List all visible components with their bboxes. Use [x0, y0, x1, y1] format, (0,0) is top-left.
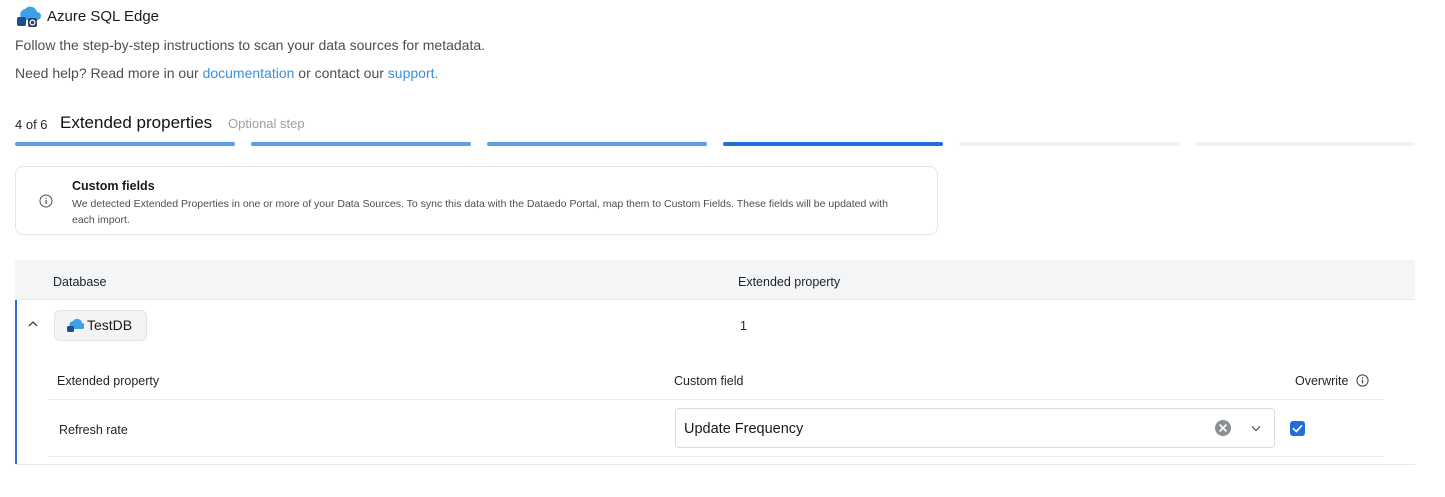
- database-cloud-icon: [67, 318, 84, 332]
- documentation-link[interactable]: documentation: [203, 65, 295, 81]
- row-accent-bar: [15, 300, 17, 465]
- help-text: Need help? Read more in our documentatio…: [15, 65, 438, 81]
- sub-header-custom-field: Custom field: [674, 374, 744, 388]
- step-counter: 4 of 6: [15, 117, 48, 132]
- chevron-up-icon[interactable]: [27, 318, 39, 330]
- column-header-database: Database: [53, 275, 107, 289]
- table-header: [15, 260, 1415, 300]
- info-title: Custom fields: [72, 179, 155, 193]
- overwrite-info-icon[interactable]: [1356, 374, 1369, 387]
- check-icon: [1292, 424, 1303, 433]
- table-row-bottom-border: [15, 464, 1415, 465]
- intro-text: Follow the step-by-step instructions to …: [15, 37, 486, 53]
- help-prefix: Need help? Read more in our: [15, 65, 203, 81]
- info-circle-icon: [39, 194, 53, 208]
- progress-segment-1: [15, 142, 235, 146]
- progress-segment-3: [487, 142, 707, 146]
- progress-segment-4: [723, 142, 943, 146]
- column-header-extended-property: Extended property: [738, 275, 841, 289]
- chevron-down-icon[interactable]: [1250, 422, 1262, 434]
- progress-segment-6: [1195, 142, 1415, 146]
- info-text: We detected Extended Properties in one o…: [72, 198, 888, 226]
- custom-field-select-value[interactable]: Update Frequency: [684, 421, 803, 437]
- mapping-property-name: Refresh rate: [59, 423, 128, 437]
- overwrite-checkbox[interactable]: [1290, 421, 1305, 436]
- page-title: Azure SQL Edge: [47, 8, 160, 25]
- help-middle: or contact our: [294, 65, 388, 81]
- clear-circle-icon[interactable]: [1214, 419, 1232, 437]
- mapping-row-divider: [49, 456, 1383, 457]
- support-link[interactable]: support.: [388, 65, 439, 81]
- progress-segment-2: [251, 142, 471, 146]
- sub-header-divider: [49, 399, 1383, 400]
- extended-property-count: 1: [740, 319, 747, 333]
- step-title: Extended properties: [60, 113, 213, 132]
- database-name: TestDB: [87, 317, 133, 333]
- optional-step-label: Optional step: [228, 116, 305, 131]
- azure-sql-edge-icon: [17, 6, 41, 27]
- sub-header-extended-property: Extended property: [57, 374, 160, 388]
- progress-segment-5: [959, 142, 1179, 146]
- sub-header-overwrite: Overwrite: [1295, 374, 1349, 388]
